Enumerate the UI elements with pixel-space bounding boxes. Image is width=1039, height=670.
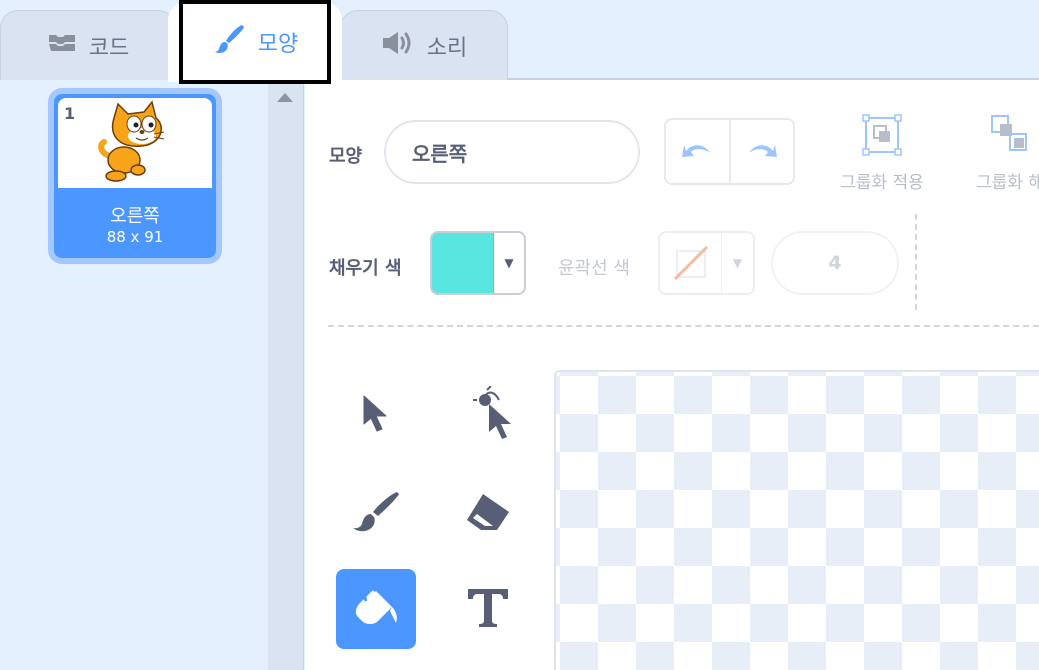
eraser-icon <box>463 490 513 538</box>
brush-icon <box>351 490 401 538</box>
tab-costumes-label: 모양 <box>257 32 299 57</box>
speaker-icon <box>381 30 415 62</box>
ungroup-label: 그룹화 해 <box>976 173 1039 193</box>
costume-number: 1 <box>64 104 76 123</box>
undo-redo-group <box>664 118 795 185</box>
outline-color-picker[interactable]: ▼ <box>658 231 755 295</box>
costume-size: 88 x 91 <box>106 228 164 246</box>
brush-tool-button[interactable] <box>336 474 416 554</box>
select-tool-button[interactable] <box>336 376 416 456</box>
fill-tool-button[interactable] <box>336 569 416 649</box>
group-button[interactable]: 그룹화 적용 <box>827 114 937 193</box>
paintbrush-icon <box>212 22 246 62</box>
eraser-tool-button[interactable] <box>448 474 528 554</box>
costume-name-label: 모양 <box>329 146 363 167</box>
dropdown-arrow-icon: ▼ <box>732 256 743 270</box>
costume-thumbnail <box>58 98 212 188</box>
costume-list-scrollbar[interactable] <box>268 80 304 670</box>
costume-name-input[interactable]: 오른쪽 <box>384 120 640 184</box>
code-blocks-icon <box>47 32 77 60</box>
tab-costumes[interactable]: 모양 <box>168 2 342 82</box>
fill-color-swatch <box>432 233 494 293</box>
tab-sounds-label: 소리 <box>426 35 468 61</box>
undo-button[interactable] <box>666 120 731 183</box>
fill-color-picker[interactable]: ▼ <box>430 231 526 295</box>
undo-icon <box>680 139 714 165</box>
section-divider <box>328 325 1039 327</box>
outline-color-label: 윤곽선 색 <box>558 258 630 279</box>
redo-icon <box>745 139 779 165</box>
ungroup-icon <box>990 114 1030 160</box>
tab-code[interactable]: 코드 <box>0 10 176 80</box>
group-icon <box>862 114 902 160</box>
no-color-icon <box>660 233 722 293</box>
select-arrow-icon <box>360 394 392 438</box>
paint-bucket-icon <box>352 583 400 635</box>
ungroup-button[interactable]: 그룹화 해 <box>955 114 1039 193</box>
fill-color-label: 채우기 색 <box>329 258 402 279</box>
costume-name: 오른쪽 <box>110 206 160 227</box>
toolbar-divider <box>915 214 917 310</box>
tab-code-label: 코드 <box>88 35 130 61</box>
scroll-up-icon[interactable] <box>277 93 293 102</box>
redo-button[interactable] <box>731 120 794 183</box>
drawing-canvas[interactable] <box>554 370 1039 670</box>
tab-sounds[interactable]: 소리 <box>340 10 508 80</box>
text-tool-button[interactable] <box>448 569 528 649</box>
reshape-icon <box>465 385 511 446</box>
group-label: 그룹화 적용 <box>840 173 924 193</box>
outline-width-input[interactable]: 4 <box>771 231 899 295</box>
costume-item[interactable]: 1 오른쪽 88 x 91 <box>48 88 222 264</box>
scratch-cat-icon <box>98 100 165 182</box>
reshape-tool-button[interactable] <box>448 376 528 456</box>
dropdown-arrow-icon: ▼ <box>504 256 514 270</box>
text-icon <box>466 585 510 633</box>
